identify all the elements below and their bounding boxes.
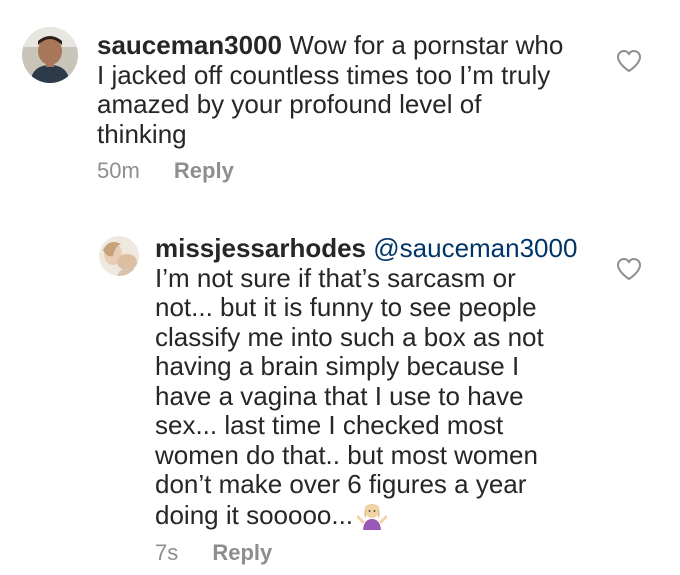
comment-line: have a vagina that I use to have (155, 380, 524, 411)
profile-photo-woman-icon (99, 236, 139, 276)
comment-username[interactable]: sauceman3000 (97, 30, 282, 60)
comment-timestamp: 7s (155, 540, 179, 565)
comment-line: women do that.. but most women (155, 439, 538, 470)
comment-meta: 7s Reply (155, 540, 272, 566)
comment-line: doing it sooooo... (155, 499, 354, 530)
comment-text: missjessarhodes @sauceman3000 I’m not su… (155, 233, 625, 537)
avatar[interactable] (99, 236, 139, 276)
comment-timestamp: 50m (97, 158, 140, 183)
comment-line: I jacked off countless times too I’m tru… (97, 59, 551, 90)
comment-username[interactable]: missjessarhodes (155, 233, 366, 263)
mention-link[interactable]: @sauceman3000 (373, 233, 577, 263)
person-shrugging-emoji (356, 500, 388, 537)
comment-line: don’t make over 6 figures a year (155, 469, 527, 499)
comment-line: Wow for a pornstar who (282, 30, 564, 60)
comment-text: sauceman3000 Wow for a pornstar who I ja… (97, 30, 617, 149)
heart-outline-icon[interactable] (616, 49, 642, 73)
comment-sauceman3000: sauceman3000 Wow for a pornstar who I ja… (0, 0, 680, 200)
comment-line: classify me into such a box as not (155, 321, 544, 352)
comment-line: amazed by your profound level of (97, 89, 482, 119)
reply-button[interactable]: Reply (174, 158, 234, 184)
comment-line: thinking (97, 118, 187, 149)
reply-button[interactable]: Reply (212, 540, 272, 566)
profile-photo-man-icon (22, 27, 78, 83)
heart-outline-icon[interactable] (616, 257, 642, 281)
avatar[interactable] (22, 27, 78, 83)
comment-line: not... but it is funny to see people (155, 292, 537, 322)
comment-meta: 50m Reply (97, 158, 234, 184)
comment-line: sex... last time I checked most (155, 410, 504, 440)
comment-line: having a brain simply because I (155, 351, 520, 381)
comment-line: I’m not sure if that’s sarcasm or (155, 262, 516, 293)
comment-missjessarhodes: missjessarhodes @sauceman3000 I’m not su… (0, 200, 680, 575)
